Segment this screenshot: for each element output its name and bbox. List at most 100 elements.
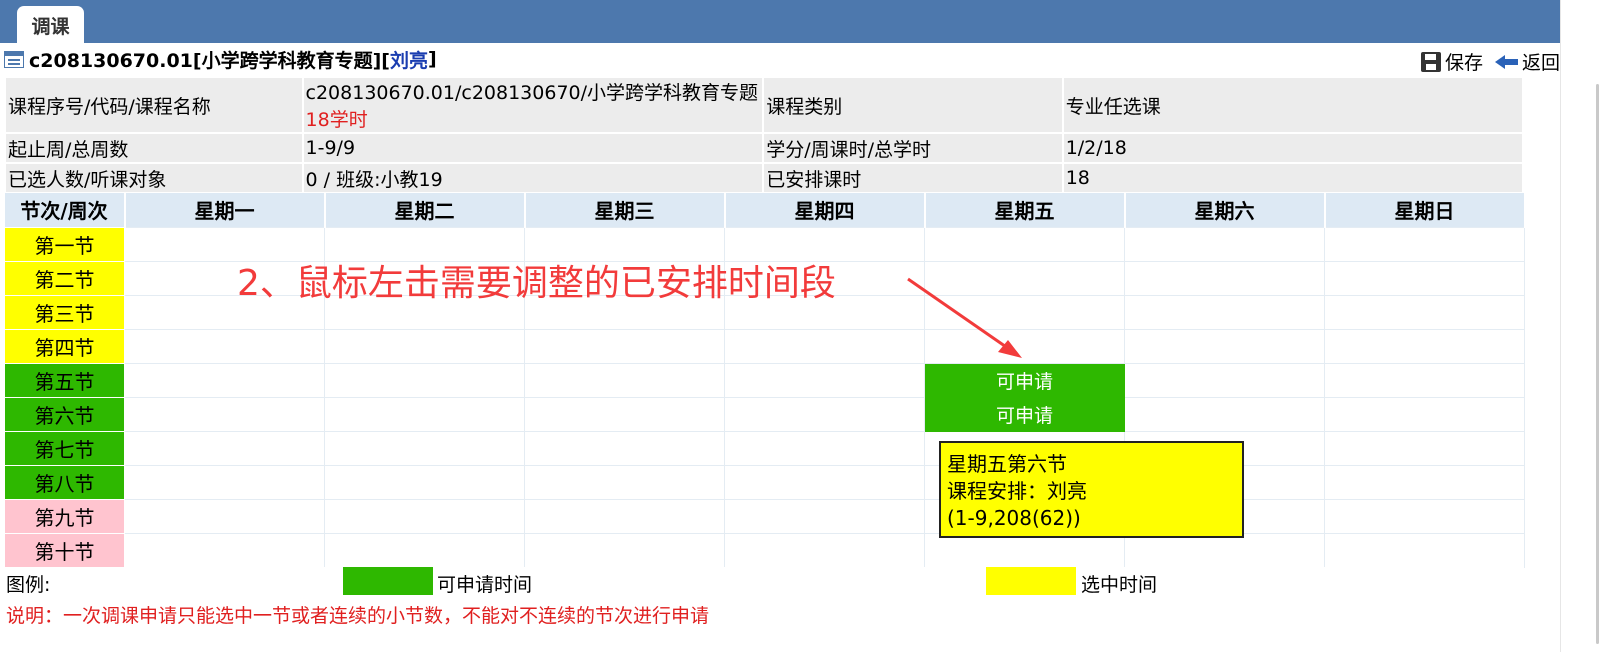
available-slot[interactable]: 可申请 xyxy=(924,396,1125,432)
schedule-cell[interactable] xyxy=(524,464,725,500)
save-label: 保存 xyxy=(1444,52,1483,74)
period-row: 第四节 xyxy=(4,328,1525,364)
period-label: 第六节 xyxy=(4,396,125,432)
tooltip-arrangement: 课程安排：刘亮 xyxy=(947,479,1087,503)
schedule-cell[interactable] xyxy=(524,532,725,568)
arranged-label: 已安排课时 xyxy=(762,162,1064,194)
schedule-cell[interactable] xyxy=(1324,430,1525,466)
course-hours: 18学时 xyxy=(305,109,368,131)
legend-selected-swatch xyxy=(986,567,1076,595)
period-row: 第十节 xyxy=(4,532,1525,568)
top-bar xyxy=(0,0,1560,43)
schedule-cell[interactable] xyxy=(1124,226,1325,262)
tooltip-detail: (1-9,208(62)) xyxy=(947,506,1081,530)
annotation-text: 2、鼠标左击需要调整的已安排时间段 xyxy=(237,263,836,304)
schedule-cell[interactable] xyxy=(1324,498,1525,534)
schedule-header-row: 节次/周次 星期一 星期二 星期三 星期四 星期五 星期六 星期日 xyxy=(4,193,1526,227)
period-row: 第七节 xyxy=(4,430,1525,466)
selected-value: 0 / 班级:小教19 xyxy=(301,162,765,194)
save-button[interactable]: 保存 xyxy=(1420,48,1483,75)
legend-available-swatch xyxy=(343,567,433,595)
back-arrow-icon xyxy=(1494,53,1519,71)
credit-label: 学分/周课时/总学时 xyxy=(762,132,1064,164)
day-header: 星期六 xyxy=(1124,193,1326,227)
schedule-cell[interactable] xyxy=(324,328,525,364)
period-label: 第二节 xyxy=(4,260,125,296)
course-info-table: 课程序号/代码/课程名称 c208130670.01/c208130670/小学… xyxy=(4,76,1525,194)
period-label: 第三节 xyxy=(4,294,125,330)
period-row: 第六节 可申请 xyxy=(4,396,1525,432)
schedule-cell[interactable] xyxy=(724,464,925,500)
credit-value: 1/2/18 xyxy=(1061,132,1525,164)
schedule-cell[interactable] xyxy=(724,430,925,466)
schedule-cell[interactable] xyxy=(1324,226,1525,262)
day-header: 星期一 xyxy=(124,193,326,227)
schedule-cell[interactable] xyxy=(124,328,325,364)
tab-adjust-course[interactable]: 调课 xyxy=(17,6,84,44)
schedule-cell[interactable] xyxy=(724,362,925,398)
category-label: 课程类别 xyxy=(762,76,1064,134)
period-row: 第五节 可申请 xyxy=(4,362,1525,398)
slot-tooltip: 星期五第六节 课程安排：刘亮 (1-9,208(62)) xyxy=(939,441,1244,538)
schedule-cell[interactable] xyxy=(1324,464,1525,500)
course-title: c208130670.01[小学跨学科教育专题][ xyxy=(29,49,390,72)
period-label: 第七节 xyxy=(4,430,125,466)
schedule-cell[interactable] xyxy=(1324,362,1525,398)
period-label: 第九节 xyxy=(4,498,125,534)
schedule-cell[interactable] xyxy=(124,362,325,398)
schedule-cell[interactable] xyxy=(524,396,725,432)
schedule-cell[interactable] xyxy=(524,430,725,466)
schedule-cell[interactable] xyxy=(1124,328,1325,364)
schedule-cell[interactable] xyxy=(724,396,925,432)
day-header: 星期四 xyxy=(724,193,926,227)
schedule-cell[interactable] xyxy=(724,498,925,534)
schedule-cell[interactable] xyxy=(1324,328,1525,364)
schedule-cell[interactable] xyxy=(1124,532,1325,568)
schedule-cell[interactable] xyxy=(124,396,325,432)
period-label: 第五节 xyxy=(4,362,125,398)
back-button[interactable]: 返回 xyxy=(1494,48,1560,75)
schedule-cell[interactable] xyxy=(324,362,525,398)
legend-selected-label: 选中时间 xyxy=(1081,574,1158,596)
schedule-cell[interactable] xyxy=(724,328,925,364)
tooltip-slot: 星期五第六节 xyxy=(947,452,1067,476)
schedule-cell[interactable] xyxy=(124,498,325,534)
legend: 图例: 可申请时间 选中时间 说明：一次调课申请只能选中一节或者连续的小节数，不… xyxy=(4,567,1524,627)
day-header: 星期五 xyxy=(924,193,1126,227)
selected-label: 已选人数/听课对象 xyxy=(4,162,304,194)
schedule-cell[interactable] xyxy=(124,430,325,466)
period-label: 第一节 xyxy=(4,226,125,262)
schedule-cell[interactable] xyxy=(924,226,1125,262)
calendar-icon xyxy=(4,50,24,68)
schedule-cell[interactable] xyxy=(524,328,725,364)
period-row: 第八节 xyxy=(4,464,1525,500)
course-label: 课程序号/代码/课程名称 xyxy=(4,76,304,134)
schedule-cell[interactable] xyxy=(524,498,725,534)
teacher-link[interactable]: 刘亮 xyxy=(390,46,428,73)
weeks-value: 1-9/9 xyxy=(301,132,765,164)
schedule-cell[interactable] xyxy=(324,532,525,568)
schedule-cell[interactable] xyxy=(1124,396,1325,432)
schedule-cell[interactable] xyxy=(524,362,725,398)
period-label: 第八节 xyxy=(4,464,125,500)
scrollbar[interactable] xyxy=(1596,84,1599,644)
schedule-cell[interactable] xyxy=(324,498,525,534)
page-title: c208130670.01[小学跨学科教育专题][ 刘亮 ] xyxy=(4,46,437,72)
course-value: c208130670.01/c208130670/小学跨学科教育专题 18学时 xyxy=(301,76,765,134)
schedule-cell[interactable] xyxy=(1324,260,1525,296)
schedule-cell[interactable] xyxy=(724,532,925,568)
schedule-cell[interactable] xyxy=(924,532,1125,568)
schedule-cell[interactable] xyxy=(324,430,525,466)
schedule-cell[interactable] xyxy=(1324,396,1525,432)
toolbar: 保存 返回 xyxy=(1409,48,1560,75)
schedule-cell[interactable] xyxy=(1324,294,1525,330)
schedule-cell[interactable] xyxy=(1124,294,1325,330)
schedule-cell[interactable] xyxy=(124,464,325,500)
schedule-cell[interactable] xyxy=(1324,532,1525,568)
schedule-cell[interactable] xyxy=(124,532,325,568)
schedule-cell[interactable] xyxy=(1124,362,1325,398)
arranged-value: 18 xyxy=(1061,162,1525,194)
schedule-cell[interactable] xyxy=(324,396,525,432)
schedule-cell[interactable] xyxy=(324,464,525,500)
schedule-cell[interactable] xyxy=(1124,260,1325,296)
